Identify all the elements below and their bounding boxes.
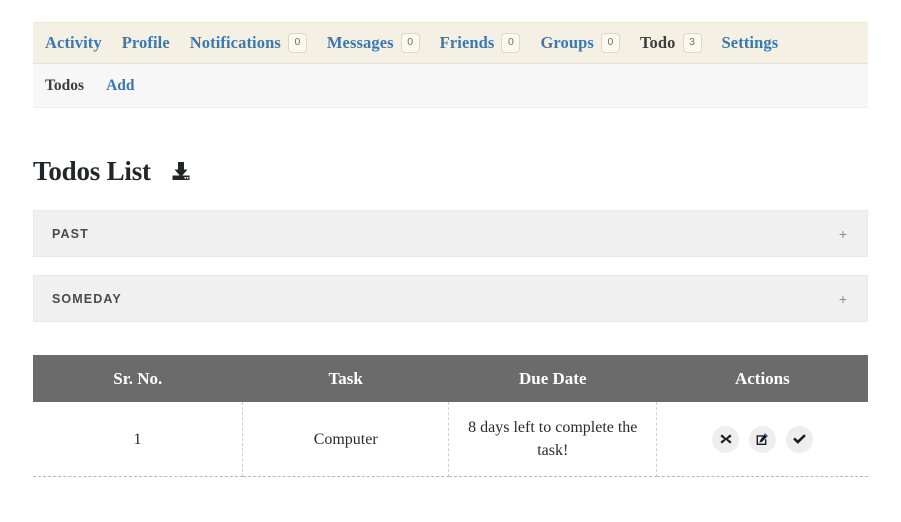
accordion-someday-expand-icon[interactable]: + xyxy=(839,292,847,306)
download-icon[interactable] xyxy=(169,159,193,183)
cell-due-date: 8 days left to complete the task! xyxy=(448,402,658,478)
nav-item-notifications[interactable]: Notifications 0 xyxy=(190,33,307,53)
title-row: Todos List xyxy=(33,154,868,188)
nav-item-profile[interactable]: Profile xyxy=(122,33,170,53)
nav-item-settings[interactable]: Settings xyxy=(722,33,779,53)
nav-link-settings[interactable]: Settings xyxy=(722,33,779,53)
nav-link-profile[interactable]: Profile xyxy=(122,33,170,53)
accordion-someday-label: SOMEDAY xyxy=(52,291,122,306)
column-header-actions: Actions xyxy=(656,355,868,402)
delete-todo-button[interactable] xyxy=(712,425,740,453)
nav-link-activity[interactable]: Activity xyxy=(45,33,102,53)
nav-item-friends[interactable]: Friends 0 xyxy=(440,33,521,53)
nav-link-todo[interactable]: Todo xyxy=(640,33,676,53)
nav-item-groups[interactable]: Groups 0 xyxy=(540,33,620,53)
nav-link-friends[interactable]: Friends xyxy=(440,33,495,53)
table-row: 1 Computer 8 days left to complete the t… xyxy=(33,402,868,478)
sub-nav-item-todos[interactable]: Todos xyxy=(45,77,84,95)
table-header: Sr. No. Task Due Date Actions xyxy=(33,355,868,402)
column-header-task: Task xyxy=(242,355,449,402)
nav-link-messages[interactable]: Messages xyxy=(327,33,394,53)
nav-item-messages[interactable]: Messages 0 xyxy=(327,33,420,53)
actions-group xyxy=(667,425,858,453)
page-container: Activity Profile Notifications 0 Message… xyxy=(33,0,868,478)
accordion-someday[interactable]: SOMEDAY + xyxy=(33,275,868,322)
sub-navigation: Todos Add xyxy=(33,64,868,108)
accordion-past-expand-icon[interactable]: + xyxy=(839,227,847,241)
todo-count-badge: 3 xyxy=(682,33,702,53)
nav-link-notifications[interactable]: Notifications xyxy=(190,33,281,53)
column-header-sr-no: Sr. No. xyxy=(33,355,243,402)
accordion-past-label: PAST xyxy=(52,226,89,241)
table-header-row: Sr. No. Task Due Date Actions xyxy=(33,355,868,402)
notifications-count-badge: 0 xyxy=(287,33,307,53)
friends-count-badge: 0 xyxy=(501,33,521,53)
sub-nav-item-add[interactable]: Add xyxy=(106,77,134,95)
nav-item-activity[interactable]: Activity xyxy=(45,33,102,53)
column-header-due-date: Due Date xyxy=(448,355,657,402)
cell-actions xyxy=(656,402,868,478)
todos-table: Sr. No. Task Due Date Actions 1 Computer… xyxy=(33,355,868,478)
complete-todo-button[interactable] xyxy=(786,425,814,453)
accordion-past[interactable]: PAST + xyxy=(33,210,868,257)
messages-count-badge: 0 xyxy=(400,33,420,53)
page-title: Todos List xyxy=(33,155,151,186)
cell-task: Computer xyxy=(242,402,450,478)
groups-count-badge: 0 xyxy=(600,33,620,53)
nav-item-todo[interactable]: Todo 3 xyxy=(640,33,702,53)
cell-sr-no: 1 xyxy=(33,402,244,478)
table-body: 1 Computer 8 days left to complete the t… xyxy=(33,402,868,478)
edit-todo-button[interactable] xyxy=(749,425,777,453)
main-navigation: Activity Profile Notifications 0 Message… xyxy=(33,22,868,64)
nav-link-groups[interactable]: Groups xyxy=(540,33,593,53)
